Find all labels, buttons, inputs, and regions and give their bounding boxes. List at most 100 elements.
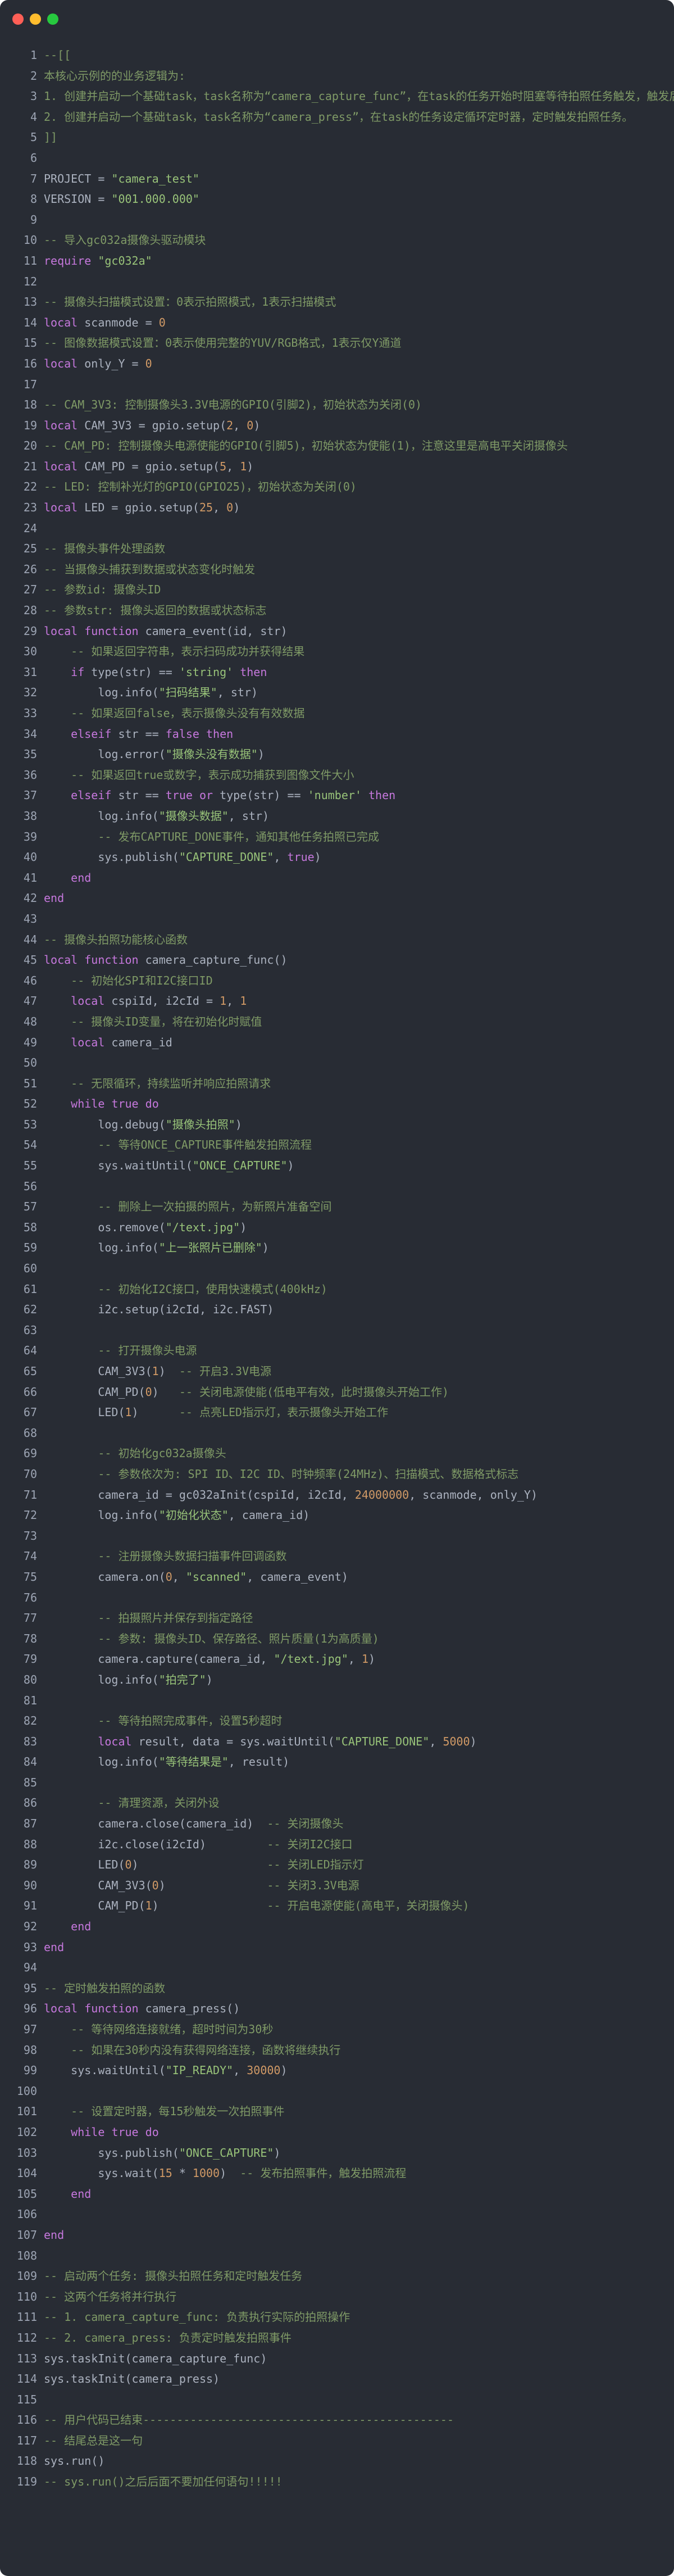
line-number: 7 — [30, 171, 37, 185]
code-line: 89 LED(0) -- 关闭LED指示灯 — [0, 1854, 674, 1875]
line-number: 103 — [16, 2146, 37, 2160]
code-text: elseif str == true or type(str) == 'numb… — [71, 788, 396, 802]
code-line: 36 -- 如果返回true或数字，表示成功捕获到图像文件大小 — [0, 765, 674, 786]
code-text: -- 定时触发拍照的函数 — [44, 1981, 166, 1995]
code-block: 1 --[[2 本核心示例的的业务逻辑为: 3 1. 创建并启动一个基础task，tas… — [0, 45, 674, 2492]
code-line: 40 sys.publish("CAPTURE_DONE", true) — [0, 847, 674, 868]
line-number: 90 — [23, 1878, 37, 1892]
code-text: -- 等待网络连接就绪，超时时间为30秒 — [71, 2022, 274, 2036]
line-number: 17 — [23, 377, 37, 391]
line-number: 64 — [23, 1344, 37, 1358]
line-number: 53 — [23, 1117, 37, 1131]
code-line: 117 -- 结尾总是这一句 — [0, 2430, 674, 2451]
code-line: 78 -- 参数: 摄像头ID、保存路径、照片质量(1为高质量) — [0, 1629, 674, 1649]
code-line: 75 camera.on(0, "scanned", camera_event) — [0, 1567, 674, 1588]
code-line: 118 sys.run() — [0, 2451, 674, 2471]
line-number: 30 — [23, 645, 37, 659]
line-number: 72 — [23, 1508, 37, 1522]
line-number: 94 — [23, 1961, 37, 1975]
code-text: -- 无限循环，持续监听并响应拍照请求 — [71, 1076, 271, 1090]
code-line: 15 -- 图像数据模式设置：0表示使用完整的YUV/RGB格式，1表示仅Y通道 — [0, 333, 674, 353]
code-window: 1 --[[2 本核心示例的的业务逻辑为: 3 1. 创建并启动一个基础task，tas… — [0, 0, 674, 2576]
code-line: 91 CAM_PD(1) -- 开启电源使能(高电平，关闭摄像头) — [0, 1895, 674, 1916]
line-number: 49 — [23, 1035, 37, 1049]
code-text: --[[ — [44, 48, 71, 62]
code-text: log.info("摄像头数据", str) — [44, 809, 270, 823]
code-text: LED(0) -- 关闭LED指示灯 — [44, 1858, 364, 1872]
code-line: 30 -- 如果返回字符串，表示扫码成功并获得结果 — [0, 641, 674, 662]
code-line: 25 -- 摄像头事件处理函数 — [0, 538, 674, 559]
code-text: local CAM_3V3 = gpio.setup(2, 0) — [44, 418, 261, 432]
line-number: 2 — [30, 69, 37, 83]
line-number: 88 — [23, 1837, 37, 1851]
line-number: 108 — [16, 2248, 37, 2262]
line-number: 56 — [23, 1179, 37, 1193]
code-line: 71 camera_id = gc032aInit(cspiId, i2cId,… — [0, 1485, 674, 1505]
code-text: -- 发布CAPTURE_DONE事件，通知其他任务拍照已完成 — [98, 829, 379, 843]
code-line: 7 PROJECT = "camera_test" — [0, 169, 674, 189]
line-number: 117 — [16, 2433, 37, 2447]
code-text: LED(1) -- 点亮LED指示灯，表示摄像头开始工作 — [44, 1405, 389, 1419]
code-text: local function camera_event(id, str) — [44, 624, 288, 638]
code-text: local result, data = sys.waitUntil("CAPT… — [98, 1734, 477, 1748]
line-number: 80 — [23, 1672, 37, 1686]
line-number: 46 — [23, 973, 37, 987]
line-number: 95 — [23, 1981, 37, 1995]
code-line: 88 i2c.close(i2cId) -- 关闭I2C接口 — [0, 1834, 674, 1855]
line-number: 98 — [23, 2043, 37, 2057]
code-line: 111 -- 1. camera_capture_func: 负责执行实际的拍照操… — [0, 2307, 674, 2328]
line-number: 74 — [23, 1549, 37, 1563]
code-text: -- 图像数据模式设置：0表示使用完整的YUV/RGB格式，1表示仅Y通道 — [44, 336, 402, 350]
code-line: 107 end — [0, 2225, 674, 2246]
code-line: 9 — [0, 210, 674, 230]
code-line: 51 -- 无限循环，持续监听并响应拍照请求 — [0, 1073, 674, 1094]
code-text: local cspiId, i2cId = 1, 1 — [71, 994, 247, 1008]
code-text: -- 初始化gc032a摄像头 — [98, 1446, 226, 1461]
code-line: 96 local function camera_press() — [0, 1998, 674, 2019]
code-text: -- 初始化SPI和I2C接口ID — [71, 973, 213, 987]
line-number: 65 — [23, 1364, 37, 1378]
code-text: end — [44, 1940, 65, 1954]
line-number: 83 — [23, 1734, 37, 1748]
code-line: 33 -- 如果返回false，表示摄像头没有有效数据 — [0, 703, 674, 724]
code-line: 19 local CAM_3V3 = gpio.setup(2, 0) — [0, 415, 674, 436]
line-number: 47 — [23, 994, 37, 1008]
line-number: 58 — [23, 1220, 37, 1234]
code-text: -- 摄像头拍照功能核心函数 — [44, 932, 188, 946]
code-line: 110 -- 这两个任务将并行执行 — [0, 2287, 674, 2307]
line-number: 100 — [16, 2084, 37, 2098]
line-number: 38 — [23, 809, 37, 823]
line-number: 62 — [23, 1303, 37, 1317]
line-number: 109 — [16, 2269, 37, 2283]
code-text: ]] — [44, 130, 58, 144]
close-window-icon[interactable] — [12, 13, 24, 25]
code-text: sys.publish("CAPTURE_DONE", true) — [44, 850, 321, 864]
minimize-window-icon[interactable] — [30, 13, 41, 25]
code-text: sys.waitUntil("IP_READY", 30000) — [44, 2063, 288, 2078]
code-line: 101 -- 设置定时器，每15秒触发一次拍照事件 — [0, 2101, 674, 2122]
line-number: 20 — [23, 439, 37, 453]
maximize-window-icon[interactable] — [47, 13, 58, 25]
code-line: 11 require "gc032a" — [0, 251, 674, 271]
code-text: -- 参数str: 摄像头返回的数据或状态标志 — [44, 604, 267, 618]
code-text: -- 如果返回字符串，表示扫码成功并获得结果 — [71, 645, 305, 659]
code-line: 99 sys.waitUntil("IP_READY", 30000) — [0, 2060, 674, 2081]
code-line: 12 — [0, 271, 674, 292]
code-text: -- 清理资源，关闭外设 — [98, 1796, 220, 1810]
code-text: 2. 创建并启动一个基础task，task名称为“camera_press”，在… — [44, 110, 634, 124]
code-line: 62 i2c.setup(i2cId, i2c.FAST) — [0, 1299, 674, 1320]
code-text: require "gc032a" — [44, 253, 152, 267]
line-number: 71 — [23, 1487, 37, 1502]
code-text: -- 拍摄照片并保存到指定路径 — [98, 1611, 253, 1625]
line-number: 59 — [23, 1241, 37, 1255]
line-number: 110 — [16, 2289, 37, 2303]
line-number: 35 — [23, 747, 37, 761]
code-line: 29 local function camera_event(id, str) — [0, 621, 674, 642]
line-number: 37 — [23, 788, 37, 802]
code-line: 45 local function camera_capture_func() — [0, 950, 674, 970]
code-line: 84 log.info("等待结果是", result) — [0, 1752, 674, 1772]
code-line: 21 local CAM_PD = gpio.setup(5, 1) — [0, 456, 674, 477]
code-text: CAM_PD(0) -- 关闭电源使能(低电平有效，此时摄像头开始工作) — [44, 1385, 449, 1399]
line-number: 82 — [23, 1714, 37, 1728]
line-number: 27 — [23, 583, 37, 597]
